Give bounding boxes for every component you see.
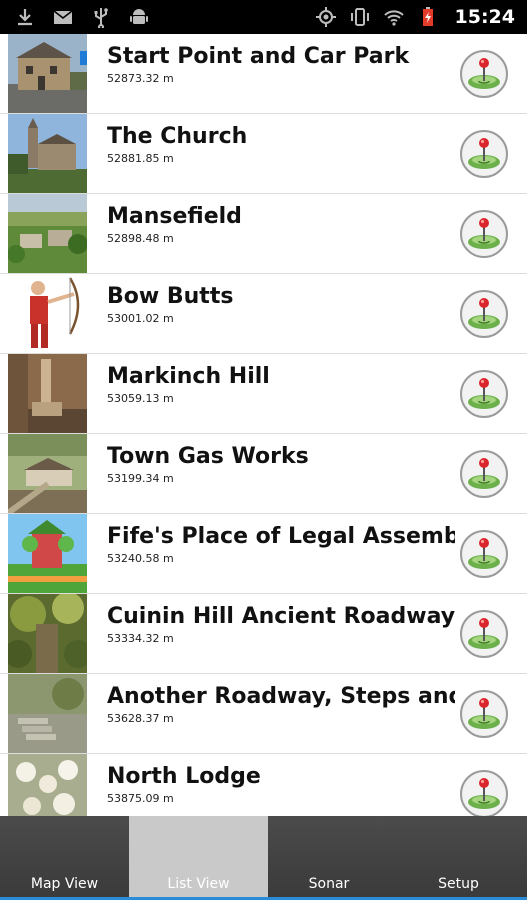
item-distance: 53001.02 m — [107, 312, 174, 325]
show-on-map-button[interactable] — [459, 449, 509, 499]
list-item[interactable]: North Lodge 53875.09 m — [0, 754, 527, 816]
thumbnail-image — [8, 594, 87, 673]
notification-icons — [0, 6, 150, 28]
thumbnail-image — [8, 114, 87, 193]
item-distance: 53240.58 m — [107, 552, 174, 565]
thumbnail-image — [8, 354, 87, 433]
item-title: Markinch Hill — [107, 364, 270, 389]
list-item[interactable]: Cuinin Hill Ancient Roadway to 53334.32 … — [0, 594, 527, 674]
show-on-map-button[interactable] — [459, 129, 509, 179]
item-title: Fife's Place of Legal Assembly & — [107, 524, 455, 549]
item-title: Cuinin Hill Ancient Roadway to — [107, 604, 455, 629]
show-on-map-button[interactable] — [459, 49, 509, 99]
show-on-map-button[interactable] — [459, 289, 509, 339]
item-title: Mansefield — [107, 204, 242, 229]
list-item[interactable]: Fife's Place of Legal Assembly & 53240.5… — [0, 514, 527, 594]
thumbnail-image — [8, 514, 87, 593]
item-distance: 53199.34 m — [107, 472, 174, 485]
android-icon — [128, 6, 150, 28]
thumbnail-image — [8, 674, 87, 753]
item-distance: 53875.09 m — [107, 792, 174, 805]
list-item[interactable]: Bow Butts 53001.02 m — [0, 274, 527, 354]
gmail-icon — [52, 6, 74, 28]
item-distance: 53059.13 m — [107, 392, 174, 405]
thumbnail-image — [8, 34, 87, 113]
show-on-map-button[interactable] — [459, 769, 509, 816]
thumbnail-image — [8, 754, 87, 816]
vibrate-icon — [349, 6, 371, 28]
list-item[interactable]: Town Gas Works 53199.34 m — [0, 434, 527, 514]
item-title: Bow Butts — [107, 284, 234, 309]
list-item[interactable]: The Church 52881.85 m — [0, 114, 527, 194]
status-bar: 15:24 — [0, 0, 527, 34]
item-distance: 52873.32 m — [107, 72, 174, 85]
show-on-map-button[interactable] — [459, 369, 509, 419]
list-item[interactable]: Mansefield 52898.48 m — [0, 194, 527, 274]
tab-map-view[interactable]: Map View — [0, 816, 129, 900]
download-icon — [14, 6, 36, 28]
thumbnail-image — [8, 434, 87, 513]
list-item[interactable]: Start Point and Car Park 52873.32 m — [0, 34, 527, 114]
battery-charging-icon — [417, 6, 439, 28]
item-title: The Church — [107, 124, 248, 149]
list-item[interactable]: Markinch Hill 53059.13 m — [0, 354, 527, 434]
location-list[interactable]: Start Point and Car Park 52873.32 m The … — [0, 34, 527, 816]
selection-marker — [80, 51, 87, 65]
clock: 15:24 — [454, 6, 515, 28]
usb-icon — [90, 6, 112, 28]
wifi-icon — [383, 6, 405, 28]
gps-icon — [315, 6, 337, 28]
system-icons: 15:24 — [315, 6, 527, 28]
thumbnail-image — [8, 194, 87, 273]
show-on-map-button[interactable] — [459, 609, 509, 659]
tab-list-view[interactable]: List View — [129, 816, 268, 900]
item-title: Town Gas Works — [107, 444, 309, 469]
item-distance: 53334.32 m — [107, 632, 174, 645]
item-distance: 52898.48 m — [107, 232, 174, 245]
bottom-tab-bar: Map View List View Sonar Setup — [0, 816, 527, 900]
item-distance: 53628.37 m — [107, 712, 174, 725]
tab-setup[interactable]: Setup — [390, 816, 527, 900]
item-title: North Lodge — [107, 764, 261, 789]
tab-sonar[interactable]: Sonar — [268, 816, 390, 900]
item-distance: 52881.85 m — [107, 152, 174, 165]
thumbnail-image — [8, 274, 87, 353]
show-on-map-button[interactable] — [459, 209, 509, 259]
show-on-map-button[interactable] — [459, 689, 509, 739]
show-on-map-button[interactable] — [459, 529, 509, 579]
list-item[interactable]: Another Roadway, Steps and B 53628.37 m — [0, 674, 527, 754]
item-title: Start Point and Car Park — [107, 44, 410, 69]
item-title: Another Roadway, Steps and B — [107, 684, 455, 709]
